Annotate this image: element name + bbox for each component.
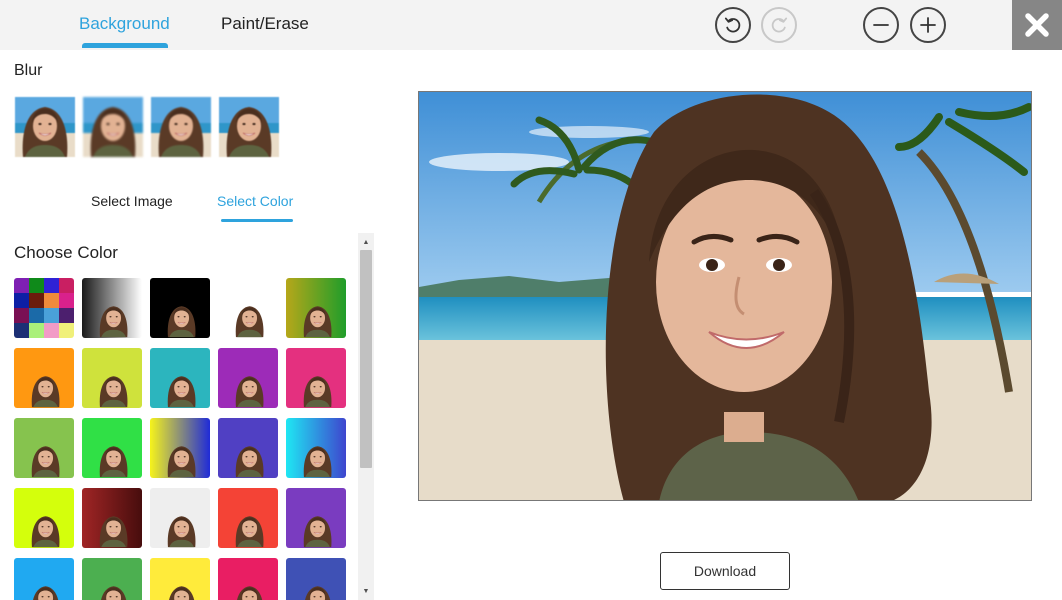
- color-swatch[interactable]: [82, 488, 142, 548]
- blur-thumbnail[interactable]: [15, 97, 75, 157]
- redo-icon: [769, 15, 789, 35]
- color-swatch[interactable]: [286, 278, 346, 338]
- color-swatch[interactable]: [82, 278, 142, 338]
- active-subtab-indicator: [221, 219, 293, 222]
- color-swatch[interactable]: [82, 418, 142, 478]
- color-swatch[interactable]: [286, 418, 346, 478]
- color-swatch[interactable]: [218, 488, 278, 548]
- color-swatch[interactable]: [150, 488, 210, 548]
- color-swatch[interactable]: [150, 558, 210, 600]
- tab-background[interactable]: Background: [79, 14, 170, 34]
- preview-canvas[interactable]: [418, 91, 1032, 501]
- swatch-scrollbar[interactable]: ▲ ▼: [358, 233, 374, 600]
- scroll-thumb[interactable]: [360, 250, 372, 468]
- preview-image: [419, 92, 1032, 501]
- download-button[interactable]: Download: [660, 552, 790, 590]
- color-swatch[interactable]: [150, 418, 210, 478]
- choose-color-label: Choose Color: [14, 243, 118, 263]
- zoom-in-icon: [918, 15, 938, 35]
- undo-button[interactable]: [715, 7, 751, 43]
- color-swatch[interactable]: [218, 348, 278, 408]
- tab-select-color[interactable]: Select Color: [217, 193, 293, 209]
- color-swatch[interactable]: [218, 418, 278, 478]
- color-swatch[interactable]: [218, 278, 278, 338]
- color-swatch[interactable]: [286, 488, 346, 548]
- color-swatch[interactable]: [14, 488, 74, 548]
- redo-button[interactable]: [761, 7, 797, 43]
- color-swatch[interactable]: [82, 348, 142, 408]
- color-swatch[interactable]: [286, 558, 346, 600]
- color-swatch[interactable]: [286, 348, 346, 408]
- undo-icon: [723, 15, 743, 35]
- color-swatch[interactable]: [14, 348, 74, 408]
- blur-thumbnail[interactable]: [151, 97, 211, 157]
- zoom-out-icon: [871, 15, 891, 35]
- color-swatch[interactable]: [150, 278, 210, 338]
- zoom-in-button[interactable]: [910, 7, 946, 43]
- color-swatch[interactable]: [150, 348, 210, 408]
- tab-select-image[interactable]: Select Image: [91, 193, 173, 209]
- close-button[interactable]: [1012, 0, 1062, 50]
- scroll-up-arrow-icon[interactable]: ▲: [358, 235, 374, 249]
- color-swatch[interactable]: [14, 278, 74, 338]
- color-swatch[interactable]: [82, 558, 142, 600]
- zoom-out-button[interactable]: [863, 7, 899, 43]
- color-swatch[interactable]: [14, 418, 74, 478]
- color-swatch[interactable]: [218, 558, 278, 600]
- blur-thumbnail[interactable]: [219, 97, 279, 157]
- color-swatch[interactable]: [14, 558, 74, 600]
- active-tab-indicator: [82, 43, 168, 48]
- tab-paint-erase[interactable]: Paint/Erase: [221, 14, 309, 34]
- close-icon: [1024, 12, 1050, 38]
- color-swatch-grid: [14, 278, 354, 600]
- scroll-down-arrow-icon[interactable]: ▼: [358, 584, 374, 598]
- blur-label: Blur: [14, 62, 42, 80]
- blur-thumbnail[interactable]: [83, 97, 143, 157]
- top-toolbar: Background Paint/Erase: [0, 0, 1062, 50]
